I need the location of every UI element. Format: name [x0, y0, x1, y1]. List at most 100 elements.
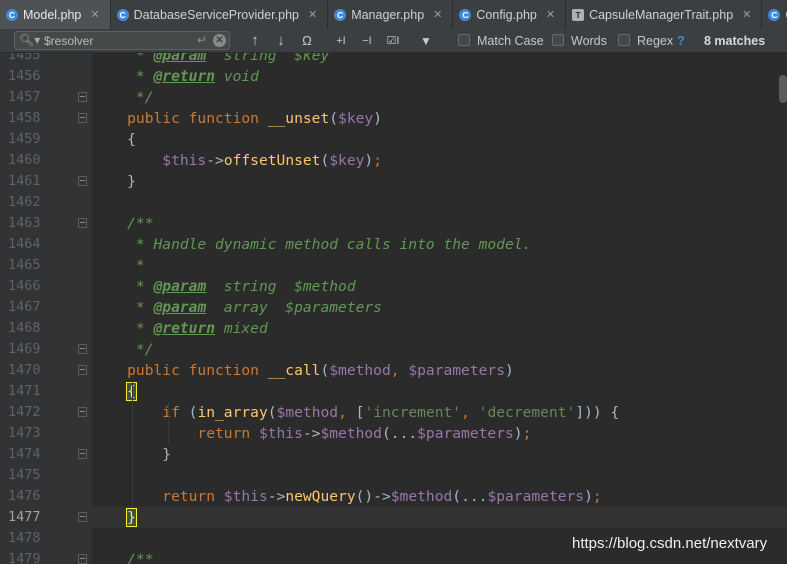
code-line[interactable]: 1457 */	[0, 87, 787, 108]
code-text[interactable]: public function __unset($key)	[92, 108, 382, 129]
code-line[interactable]: 1458 public function __unset($key)	[0, 108, 787, 129]
code-line[interactable]: 1455 * @param string $key	[0, 53, 787, 66]
regex-checkbox[interactable]	[618, 34, 630, 46]
tab-capsu[interactable]: CCapsu	[762, 0, 787, 29]
remove-occurrence-icon[interactable]: −I	[356, 29, 378, 52]
code-line[interactable]: 1477 }	[0, 507, 787, 528]
fold-marker-icon[interactable]	[78, 176, 87, 186]
code-text[interactable]: return $this->$method(...$parameters);	[92, 423, 531, 444]
add-occurrence-icon[interactable]: +I	[330, 29, 352, 52]
words-label[interactable]: Words	[571, 29, 607, 52]
words-checkbox[interactable]	[552, 34, 564, 46]
close-tab-icon[interactable]: ✕	[433, 8, 442, 21]
code-line[interactable]: 1463 /**	[0, 213, 787, 234]
code-text[interactable]: {	[92, 381, 137, 402]
code-line[interactable]: 1474 }	[0, 444, 787, 465]
code-line[interactable]: 1465 *	[0, 255, 787, 276]
filter-icon[interactable]: ▼	[417, 29, 435, 52]
code-line[interactable]: 1469 */	[0, 339, 787, 360]
vertical-scrollbar-thumb[interactable]	[779, 75, 787, 103]
code-text[interactable]: */	[92, 339, 154, 360]
token-doc: */	[92, 89, 154, 106]
code-text[interactable]: * @return mixed	[92, 318, 268, 339]
fold-marker-icon[interactable]	[78, 218, 87, 228]
code-text[interactable]: * @return void	[92, 66, 259, 87]
search-icon[interactable]: 🔍︎▾	[19, 33, 40, 47]
tab-label: CapsuleManagerTrait.php	[589, 7, 734, 22]
find-all-icon[interactable]: Ω	[298, 29, 316, 52]
previous-occurrence-icon[interactable]: ↑	[246, 29, 264, 52]
code-text[interactable]: }	[92, 507, 137, 528]
token-fn: in_array	[197, 404, 268, 421]
close-tab-icon[interactable]: ✕	[90, 8, 99, 21]
line-number: 1463	[8, 215, 41, 231]
code-text[interactable]: * @param array $parameters	[92, 297, 382, 318]
code-line[interactable]: 1460 $this->offsetUnset($key);	[0, 150, 787, 171]
code-text[interactable]: * @param string $key	[92, 53, 329, 66]
token-kw: ;	[373, 152, 383, 169]
match-case-checkbox[interactable]	[458, 34, 470, 46]
code-text[interactable]: $this->offsetUnset($key);	[92, 150, 382, 171]
code-text[interactable]: */	[92, 87, 154, 108]
match-case-label[interactable]: Match Case	[477, 29, 544, 52]
token-fn: newQuery	[285, 488, 356, 505]
code-text[interactable]: *	[92, 255, 145, 276]
select-all-occurrences-icon[interactable]: ☑I	[382, 29, 404, 52]
close-tab-icon[interactable]: ✕	[742, 8, 751, 21]
clear-search-icon[interactable]: ✕	[213, 34, 226, 47]
close-tab-icon[interactable]: ✕	[546, 8, 555, 21]
code-line[interactable]: 1464 * Handle dynamic method calls into …	[0, 234, 787, 255]
indent-guide	[168, 402, 169, 444]
code-line[interactable]: 1473 return $this->$method(...$parameter…	[0, 423, 787, 444]
fold-marker-icon[interactable]	[78, 344, 87, 354]
code-editor[interactable]: 1455 * @param string $key 1456 * @return …	[0, 53, 787, 564]
code-line[interactable]: 1467 * @param array $parameters	[0, 297, 787, 318]
tab-capsulemanagertrait-php[interactable]: T CapsuleManagerTrait.php ✕	[566, 0, 763, 29]
fold-marker-icon[interactable]	[78, 512, 87, 522]
fold-marker-icon[interactable]	[78, 92, 87, 102]
code-text[interactable]: public function __call($method, $paramet…	[92, 360, 514, 381]
code-line[interactable]: 1471 {	[0, 381, 787, 402]
fold-marker-icon[interactable]	[78, 365, 87, 375]
fold-marker-icon[interactable]	[78, 113, 87, 123]
token-pl: (	[267, 404, 277, 421]
code-line[interactable]: 1456 * @return void	[0, 66, 787, 87]
code-text[interactable]: }	[92, 171, 136, 192]
code-line[interactable]: 1476 return $this->newQuery()->$method(.…	[0, 486, 787, 507]
tab-databaseserviceprovider-php[interactable]: C DatabaseServiceProvider.php ✕	[111, 0, 329, 29]
fold-marker-icon[interactable]	[78, 407, 87, 417]
code-line[interactable]: 1472 if (in_array($method, ['increment',…	[0, 402, 787, 423]
code-line[interactable]: 1470 public function __call($method, $pa…	[0, 360, 787, 381]
line-number: 1458	[8, 110, 41, 126]
tab-manager-php[interactable]: C Manager.php ✕	[328, 0, 454, 29]
code-line[interactable]: 1459 {	[0, 129, 787, 150]
code-line[interactable]: 1475	[0, 465, 787, 486]
fold-marker-icon[interactable]	[78, 554, 87, 564]
code-text[interactable]: {	[92, 129, 136, 150]
token-var: $key	[329, 152, 365, 169]
code-line[interactable]: 1468 * @return mixed	[0, 318, 787, 339]
token-pl: (...	[381, 425, 418, 442]
code-text[interactable]: if (in_array($method, ['increment', 'dec…	[92, 402, 619, 423]
tab-model-php[interactable]: C Model.php ✕	[0, 0, 111, 29]
code-line[interactable]: 1466 * @param string $method	[0, 276, 787, 297]
code-text[interactable]: * @param string $method	[92, 276, 356, 297]
line-number: 1465	[8, 257, 41, 273]
next-occurrence-icon[interactable]: ↓	[272, 29, 290, 52]
tab-config-php[interactable]: C Config.php ✕	[453, 0, 567, 29]
line-number: 1469	[8, 341, 41, 357]
watermark: https://blog.csdn.net/nextvary	[572, 535, 768, 552]
token-doc: *	[92, 53, 154, 64]
search-query[interactable]: $resolver	[44, 34, 93, 48]
close-tab-icon[interactable]: ✕	[308, 8, 317, 21]
fold-marker-icon[interactable]	[78, 449, 87, 459]
code-line[interactable]: 1462	[0, 192, 787, 213]
code-text[interactable]: /**	[92, 213, 153, 234]
regex-label[interactable]: Regex	[637, 29, 673, 52]
code-text[interactable]: * Handle dynamic method calls into the m…	[92, 234, 531, 255]
code-line[interactable]: 1461 }	[0, 171, 787, 192]
search-input[interactable]: 🔍︎▾ $resolver ↵ ✕	[14, 31, 230, 50]
code-text[interactable]: /**	[92, 549, 153, 564]
regex-help-link[interactable]: ?	[677, 29, 685, 52]
code-text[interactable]: return $this->newQuery()->$method(...$pa…	[92, 486, 601, 507]
